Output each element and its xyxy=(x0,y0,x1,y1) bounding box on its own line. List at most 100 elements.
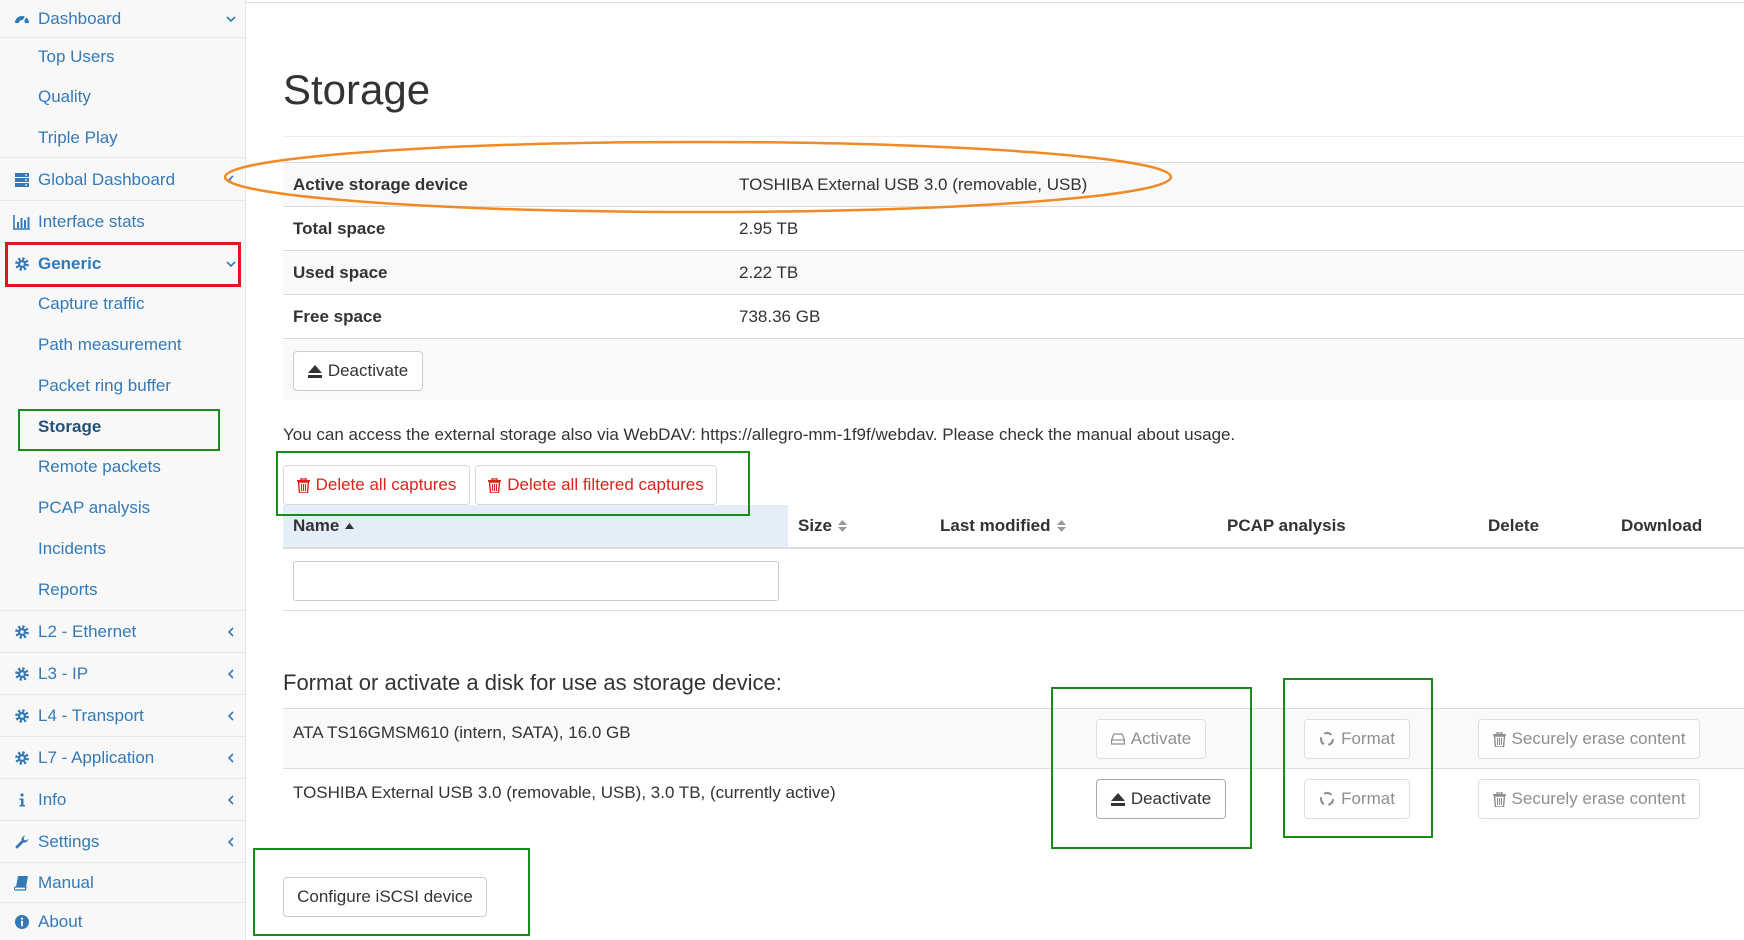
column-label: Download xyxy=(1621,516,1703,535)
server-icon xyxy=(0,172,38,188)
format-section-heading: Format or activate a disk for use as sto… xyxy=(283,670,782,695)
sidebar-item-global-dashboard[interactable]: Global Dashboard xyxy=(0,160,246,201)
sidebar-item-path-measurement[interactable]: Path measurement xyxy=(0,325,246,365)
button-label: Securely erase content xyxy=(1511,729,1686,748)
column-header-pcap-analysis: PCAP analysis xyxy=(1227,505,1387,547)
button-label: Format xyxy=(1341,729,1395,748)
chevron-left-icon xyxy=(216,794,246,806)
sidebar-item-dashboard[interactable]: Dashboard xyxy=(0,0,246,38)
sidebar-item-label: Interface stats xyxy=(38,212,145,231)
column-header-delete: Delete xyxy=(1488,505,1568,547)
sidebar-item-l3-ip[interactable]: L3 - IP xyxy=(0,653,246,695)
sidebar-item-label: Global Dashboard xyxy=(38,170,176,189)
deactivate-disk-button[interactable]: Deactivate xyxy=(1096,779,1226,819)
info-key: Free space xyxy=(293,306,382,326)
sidebar-item-label: L4 - Transport xyxy=(38,705,144,725)
top-divider xyxy=(246,2,1744,3)
button-label: Deactivate xyxy=(1130,789,1212,808)
sidebar-item-label: L7 - Application xyxy=(38,747,155,767)
chevron-left-icon xyxy=(216,710,246,722)
title-divider xyxy=(283,136,1744,137)
sidebar-item-quality[interactable]: Quality xyxy=(0,78,246,116)
sidebar-item-settings[interactable]: Settings xyxy=(0,821,246,863)
sidebar-item-generic[interactable]: Generic xyxy=(0,244,246,284)
sidebar: Dashboard Top Users Quality Triple Play … xyxy=(0,0,246,940)
sidebar-item-l4-transport[interactable]: L4 - Transport xyxy=(0,695,246,737)
info-circle-icon xyxy=(0,914,38,930)
sidebar-item-l2-ethernet[interactable]: L2 - Ethernet xyxy=(0,611,246,653)
sidebar-item-reports[interactable]: Reports xyxy=(0,569,246,611)
secure-erase-button[interactable]: Securely erase content xyxy=(1478,779,1700,819)
column-label: Name xyxy=(293,516,340,535)
chevron-left-icon xyxy=(216,174,246,186)
column-label: Delete xyxy=(1488,516,1540,535)
disk-name: TOSHIBA External USB 3.0 (removable, USB… xyxy=(293,783,836,802)
sidebar-item-label: L2 - Ethernet xyxy=(38,621,137,641)
sidebar-item-label: Storage xyxy=(38,417,102,436)
sidebar-item-interface-stats[interactable]: Interface stats xyxy=(0,202,246,243)
chevron-left-icon xyxy=(216,836,246,848)
secure-erase-button[interactable]: Securely erase content xyxy=(1478,719,1700,759)
trash-icon xyxy=(1492,791,1506,807)
sidebar-item-about[interactable]: About xyxy=(0,903,246,940)
disk-row: ATA TS16GMSM610 (intern, SATA), 16.0 GB … xyxy=(283,708,1744,768)
sidebar-item-info[interactable]: Info xyxy=(0,779,246,821)
sidebar-item-packet-ring-buffer[interactable]: Packet ring buffer xyxy=(0,366,246,406)
sidebar-item-label: Quality xyxy=(38,87,91,106)
sidebar-item-label: Reports xyxy=(38,579,98,599)
format-disk-button[interactable]: Format xyxy=(1304,719,1410,759)
format-disk-button[interactable]: Format xyxy=(1304,779,1410,819)
info-value: TOSHIBA External USB 3.0 (removable, USB… xyxy=(739,174,1088,194)
gear-icon xyxy=(0,666,38,682)
gear-icon xyxy=(0,708,38,724)
chevron-left-icon xyxy=(216,752,246,764)
configure-iscsi-button[interactable]: Configure iSCSI device xyxy=(283,877,487,917)
column-header-download: Download xyxy=(1621,505,1731,547)
sidebar-item-label: Packet ring buffer xyxy=(38,376,171,395)
info-key: Total space xyxy=(293,218,386,238)
chevron-down-icon xyxy=(216,258,246,270)
sidebar-item-storage[interactable]: Storage xyxy=(0,407,246,447)
wrench-icon xyxy=(0,834,38,850)
sidebar-item-label: Manual xyxy=(38,872,94,892)
info-row-active-device: Active storage device TOSHIBA External U… xyxy=(283,162,1744,206)
trash-icon xyxy=(1492,731,1506,747)
eject-icon xyxy=(307,364,322,378)
recycle-icon xyxy=(1319,731,1335,747)
sort-icon xyxy=(1056,520,1066,532)
sidebar-item-label: About xyxy=(38,911,83,931)
column-header-size[interactable]: Size xyxy=(798,505,918,547)
button-label: Delete all captures xyxy=(315,475,457,494)
sidebar-item-label: Top Users xyxy=(38,47,115,66)
sidebar-item-label: L3 - IP xyxy=(38,663,89,683)
book-icon xyxy=(0,875,38,891)
button-label: Securely erase content xyxy=(1511,789,1686,808)
sidebar-item-remote-packets[interactable]: Remote packets xyxy=(0,447,246,487)
info-actions-row: Deactivate xyxy=(283,338,1744,400)
sidebar-item-label: Dashboard xyxy=(38,8,122,28)
sidebar-item-top-users[interactable]: Top Users xyxy=(0,38,246,76)
delete-all-captures-button[interactable]: Delete all captures xyxy=(283,465,470,505)
sidebar-item-triple-play[interactable]: Triple Play xyxy=(0,118,246,158)
info-row-used-space: Used space 2.22 TB xyxy=(283,250,1744,294)
sidebar-item-l7-application[interactable]: L7 - Application xyxy=(0,737,246,779)
sidebar-item-capture-traffic[interactable]: Capture traffic xyxy=(0,284,246,324)
sidebar-item-label: Capture traffic xyxy=(38,294,145,313)
sidebar-item-label: Path measurement xyxy=(38,335,182,354)
column-header-last-modified[interactable]: Last modified xyxy=(940,505,1140,547)
recycle-icon xyxy=(1319,791,1335,807)
chevron-left-icon xyxy=(216,668,246,680)
column-header-name[interactable]: Name xyxy=(283,505,788,547)
sidebar-item-incidents[interactable]: Incidents xyxy=(0,529,246,569)
sidebar-item-pcap-analysis[interactable]: PCAP analysis xyxy=(0,488,246,528)
page-title: Storage xyxy=(283,66,431,113)
delete-filtered-captures-button[interactable]: Delete all filtered captures xyxy=(475,465,717,505)
sidebar-item-manual[interactable]: Manual xyxy=(0,863,246,903)
deactivate-storage-button[interactable]: Deactivate xyxy=(293,351,423,391)
disk-name: ATA TS16GMSM610 (intern, SATA), 16.0 GB xyxy=(293,723,631,742)
sort-icon xyxy=(838,520,848,532)
name-filter-input[interactable] xyxy=(293,561,779,601)
captures-table-bottom-divider xyxy=(283,610,1744,611)
activate-disk-button[interactable]: Activate xyxy=(1096,719,1206,759)
column-label: PCAP analysis xyxy=(1227,516,1346,535)
